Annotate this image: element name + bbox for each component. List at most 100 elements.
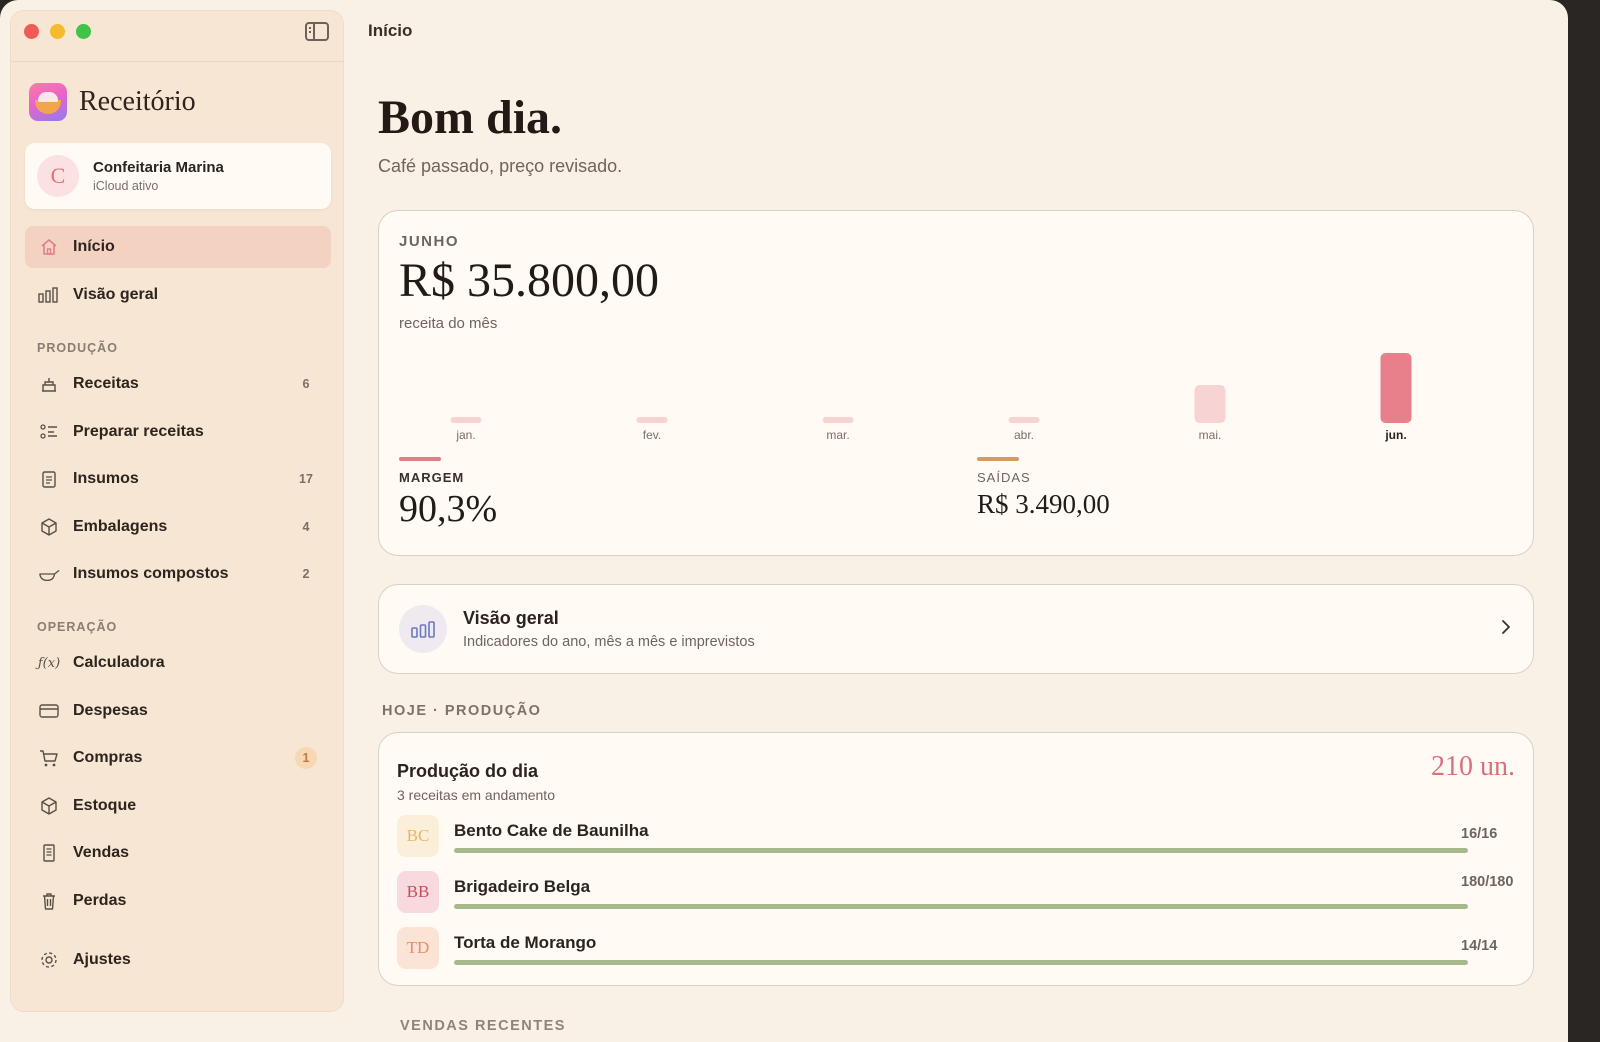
sidebar-item-label: Estoque: [73, 797, 137, 814]
progress-track: [454, 848, 1468, 853]
pending-badge: 1: [295, 747, 317, 769]
recent-sales-heading: VENDAS RECENTES: [400, 1018, 566, 1034]
sidebar-item-vendas[interactable]: Vendas: [25, 832, 331, 874]
chevron-right-icon: [1501, 619, 1511, 640]
progress-count: 16/16: [1461, 826, 1498, 842]
recipe-thumbnail: BC: [397, 815, 439, 857]
recipe-thumbnail: BB: [397, 871, 439, 913]
overview-title: Visão geral: [463, 608, 559, 628]
sidebar-item-receitas[interactable]: Receitas 6: [25, 363, 331, 405]
production-row[interactable]: TD Torta de Morango 14/14: [397, 927, 1517, 971]
sidebar-item-label: Perdas: [73, 892, 127, 909]
revenue-bar-chart: jan. fev. mar. abr. mai. jun.: [450, 353, 1412, 442]
bar-chart-icon: [38, 284, 60, 306]
card-icon: [38, 700, 60, 722]
sidebar-item-embalagens[interactable]: Embalagens 4: [25, 506, 331, 548]
sidebar-divider: [11, 61, 343, 62]
bar-fev: [636, 417, 668, 423]
margin-value: 90,3%: [399, 488, 498, 530]
overview-link-card[interactable]: Visão geral Indicadores do ano, mês a mê…: [378, 584, 1534, 674]
monthly-revenue-chart: jan. fev. mar. abr. mai. jun.: [399, 341, 1515, 451]
progress-fill: [454, 848, 1468, 853]
x-tick-label: fev.: [643, 428, 661, 442]
checklist-icon: [38, 421, 60, 443]
production-row[interactable]: BB Brigadeiro Belga 180/180: [397, 871, 1517, 915]
function-icon: ƒ(x): [37, 655, 61, 671]
progress-fill: [454, 904, 1468, 909]
main-content: Início Bom dia. Café passado, preço revi…: [344, 0, 1568, 1042]
sidebar-item-visao-geral[interactable]: Visão geral: [25, 274, 331, 316]
monthly-summary-card: JUNHO R$ 35.800,00 receita do mês jan. fe…: [378, 210, 1534, 556]
count-badge: 2: [302, 567, 310, 581]
zoom-window-button[interactable]: [76, 24, 91, 39]
sidebar-item-estoque[interactable]: Estoque: [25, 785, 331, 827]
minimize-window-button[interactable]: [50, 24, 65, 39]
sidebar-item-label: Insumos compostos: [73, 565, 229, 582]
month-label: JUNHO: [399, 233, 460, 250]
bar-jan: [450, 417, 482, 423]
sidebar-item-label: Receitas: [73, 375, 139, 392]
cart-icon: [38, 747, 60, 769]
box-icon: [38, 516, 60, 538]
recipe-thumbnail: TD: [397, 927, 439, 969]
sidebar-item-perdas[interactable]: Perdas: [25, 880, 331, 922]
count-badge: 4: [302, 520, 310, 534]
window-title: Início: [368, 21, 413, 40]
sidebar-item-calculadora[interactable]: ƒ(x) Calculadora: [25, 642, 331, 684]
production-subtitle: 3 receitas em andamento: [397, 787, 555, 803]
close-window-button[interactable]: [24, 24, 39, 39]
count-badge: 17: [299, 472, 313, 486]
app-window: Receitório C Confeitaria Marina iCloud a…: [0, 0, 1568, 1042]
revenue-caption: receita do mês: [399, 315, 498, 332]
bar-mai: [1194, 385, 1226, 423]
page-title: Bom dia.: [378, 91, 563, 144]
recipe-name: Bento Cake de Baunilha: [454, 821, 649, 840]
sidebar-item-compras[interactable]: Compras 1: [25, 737, 331, 779]
avatar: C: [37, 155, 79, 197]
account-card[interactable]: C Confeitaria Marina iCloud ativo: [25, 143, 331, 209]
bowl-icon: [38, 563, 60, 585]
x-tick-label: jun.: [1384, 428, 1406, 442]
bar-mar: [822, 417, 854, 423]
sidebar-item-insumos-compostos[interactable]: Insumos compostos 2: [25, 553, 331, 595]
sidebar-item-insumos[interactable]: Insumos 17: [25, 458, 331, 500]
sidebar-item-label: Calculadora: [73, 654, 165, 671]
margin-label: MARGEM: [399, 470, 465, 485]
sidebar-toggle-icon[interactable]: [305, 22, 329, 41]
clipboard-icon: [38, 468, 60, 490]
account-status: iCloud ativo: [93, 179, 159, 193]
overview-subtitle: Indicadores do ano, mês a mês e imprevis…: [463, 634, 755, 650]
x-tick-label: jan.: [455, 428, 475, 442]
bar-jun: [1380, 353, 1412, 423]
x-tick-label: mar.: [826, 428, 849, 442]
progress-count: 180/180: [1461, 874, 1514, 890]
app-logo-icon: [29, 83, 67, 121]
x-tick-label: mai.: [1199, 428, 1222, 442]
count-badge: 6: [302, 377, 310, 391]
window-controls: [24, 24, 91, 39]
today-production-heading: HOJE · PRODUÇÃO: [382, 703, 542, 719]
production-row[interactable]: BC Bento Cake de Baunilha 16/16: [397, 815, 1517, 859]
progress-count: 14/14: [1461, 938, 1498, 954]
sidebar-item-despesas[interactable]: Despesas: [25, 690, 331, 732]
sidebar-item-label: Vendas: [73, 844, 130, 861]
trash-icon: [38, 890, 60, 912]
recipe-name: Brigadeiro Belga: [454, 877, 591, 896]
x-tick-label: abr.: [1014, 428, 1034, 442]
sidebar-item-ajustes[interactable]: Ajustes: [25, 939, 331, 981]
revenue-value: R$ 35.800,00: [399, 254, 660, 307]
section-label-producao: PRODUÇÃO: [37, 341, 118, 355]
sidebar-item-preparar-receitas[interactable]: Preparar receitas: [25, 411, 331, 453]
sidebar-item-label: Insumos: [73, 470, 139, 487]
cake-icon: [38, 373, 60, 395]
production-card: Produção do dia 3 receitas em andamento …: [378, 732, 1534, 986]
app-name: Receitório: [79, 86, 196, 117]
margin-color-bar: [399, 457, 441, 461]
progress-fill: [454, 960, 1468, 965]
expenses-value: R$ 3.490,00: [977, 489, 1110, 519]
recipe-name: Torta de Morango: [454, 933, 597, 952]
box-icon: [38, 795, 60, 817]
sidebar-item-inicio[interactable]: Início: [25, 226, 331, 268]
progress-track: [454, 904, 1468, 909]
receipt-icon: [38, 842, 60, 864]
